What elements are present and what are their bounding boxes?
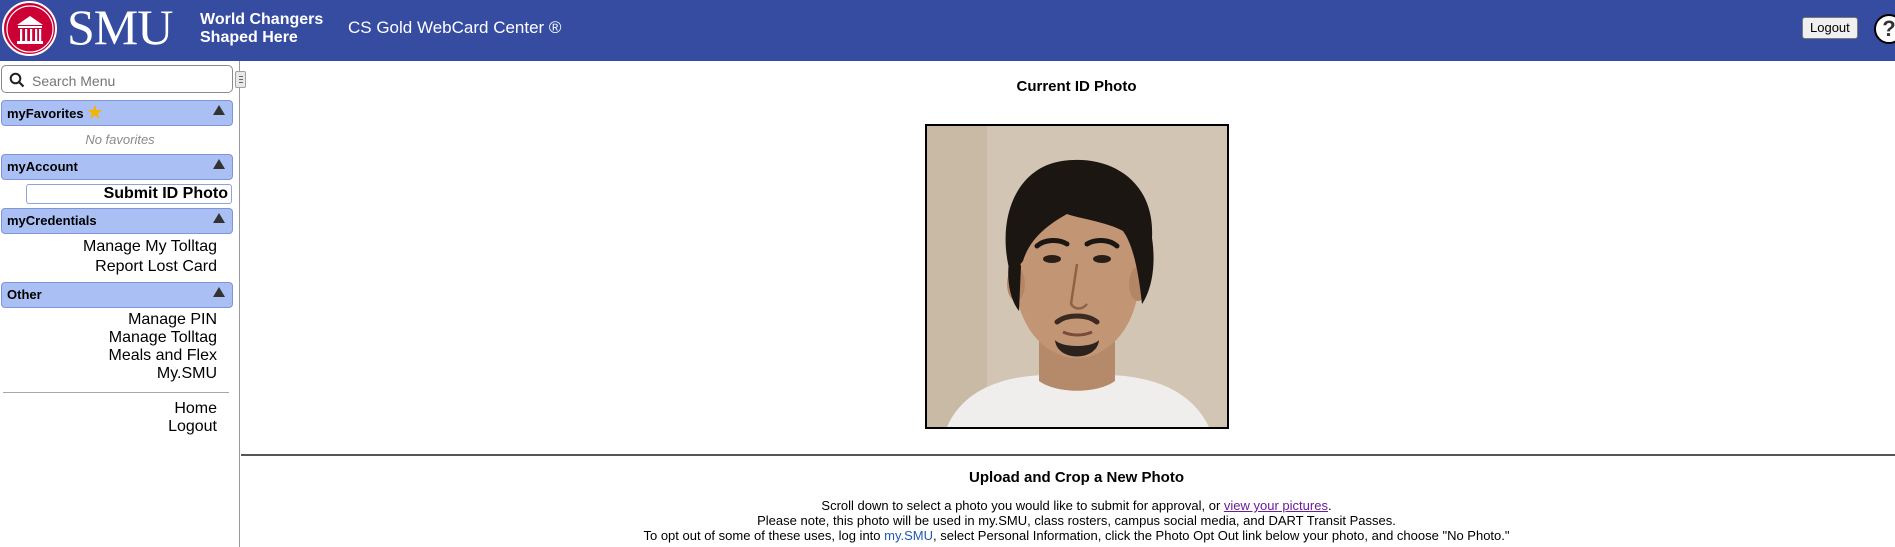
section-header-myaccount[interactable]: myAccount bbox=[1, 154, 233, 180]
current-id-photo bbox=[925, 124, 1229, 429]
instructions-line-3-text: To opt out of some of these uses, log in… bbox=[643, 528, 885, 543]
search-icon bbox=[9, 72, 25, 88]
collapse-arrow-icon[interactable] bbox=[213, 159, 225, 169]
star-icon: ★ bbox=[87, 103, 103, 122]
collapse-arrow-icon[interactable] bbox=[213, 287, 225, 297]
menu-item-my-smu[interactable]: My.SMU bbox=[157, 365, 217, 383]
help-icon[interactable]: ? bbox=[1874, 14, 1895, 44]
section-header-mycredentials[interactable]: myCredentials bbox=[1, 208, 233, 234]
header-logout-button[interactable]: Logout bbox=[1802, 17, 1858, 39]
menu-item-home[interactable]: Home bbox=[174, 400, 217, 418]
brand-wordmark: SMU bbox=[67, 0, 173, 55]
sidebar-divider bbox=[3, 392, 229, 393]
tagline-line1: World Changers bbox=[200, 11, 324, 28]
tagline-line2: Shaped Here bbox=[200, 29, 298, 46]
smu-seal-logo bbox=[2, 1, 57, 56]
section-header-other[interactable]: Other bbox=[1, 282, 233, 308]
portrait-image bbox=[927, 126, 1227, 427]
collapse-arrow-icon[interactable] bbox=[213, 105, 225, 115]
menu-item-manage-tolltag[interactable]: Manage Tolltag bbox=[109, 329, 217, 347]
view-your-pictures-link[interactable]: view your pictures bbox=[1224, 498, 1328, 513]
instructions-line-1-end: . bbox=[1327, 498, 1332, 513]
search-box[interactable] bbox=[1, 65, 233, 93]
instructions-line-1-text: Scroll down to select a photo you would … bbox=[821, 498, 1224, 513]
brand-tagline: World Changers Shaped Here bbox=[200, 11, 323, 47]
search-menu-input[interactable] bbox=[30, 70, 229, 91]
section-header-myfavorites[interactable]: myFavorites ★ bbox=[1, 100, 233, 126]
menu-item-meals-and-flex[interactable]: Meals and Flex bbox=[109, 347, 218, 365]
sidebar-menu: myFavorites ★ No favorites myAccount Sub… bbox=[0, 61, 246, 547]
section-title-other: Other bbox=[7, 287, 42, 302]
app-title: CS Gold WebCard Center ® bbox=[348, 18, 562, 37]
section-title-myaccount: myAccount bbox=[7, 159, 78, 174]
instructions-line-3-end: , select Personal Information, click the… bbox=[933, 528, 1510, 543]
menu-item-logout[interactable]: Logout bbox=[168, 418, 217, 436]
section-title-myfavorites: myFavorites bbox=[7, 106, 84, 121]
no-favorites-text: No favorites bbox=[85, 132, 155, 147]
menu-item-report-lost-card[interactable]: Report Lost Card bbox=[95, 258, 217, 276]
collapse-arrow-icon[interactable] bbox=[213, 213, 225, 223]
main-content: Current ID Photo Upload and Crop a New P… bbox=[241, 61, 1895, 547]
top-header: SMU World Changers Shaped Here CS Gold W… bbox=[0, 0, 1895, 61]
upload-photo-title: Upload and Crop a New Photo bbox=[968, 469, 1184, 486]
section-title-mycredentials: myCredentials bbox=[7, 213, 97, 228]
menu-item-manage-pin[interactable]: Manage PIN bbox=[128, 311, 217, 329]
instructions-line-1: Scroll down to select a photo you would … bbox=[241, 498, 1895, 513]
instructions-line-3: To opt out of some of these uses, log in… bbox=[241, 528, 1895, 543]
instructions-line-2: Please note, this photo will be used in … bbox=[757, 513, 1396, 528]
menu-item-submit-id-photo[interactable]: Submit ID Photo bbox=[26, 184, 232, 204]
menu-item-manage-my-tolltag[interactable]: Manage My Tolltag bbox=[83, 238, 217, 256]
my-smu-link[interactable]: my.SMU bbox=[884, 528, 933, 543]
current-photo-title: Current ID Photo bbox=[1016, 78, 1137, 95]
section-divider bbox=[241, 454, 1895, 456]
